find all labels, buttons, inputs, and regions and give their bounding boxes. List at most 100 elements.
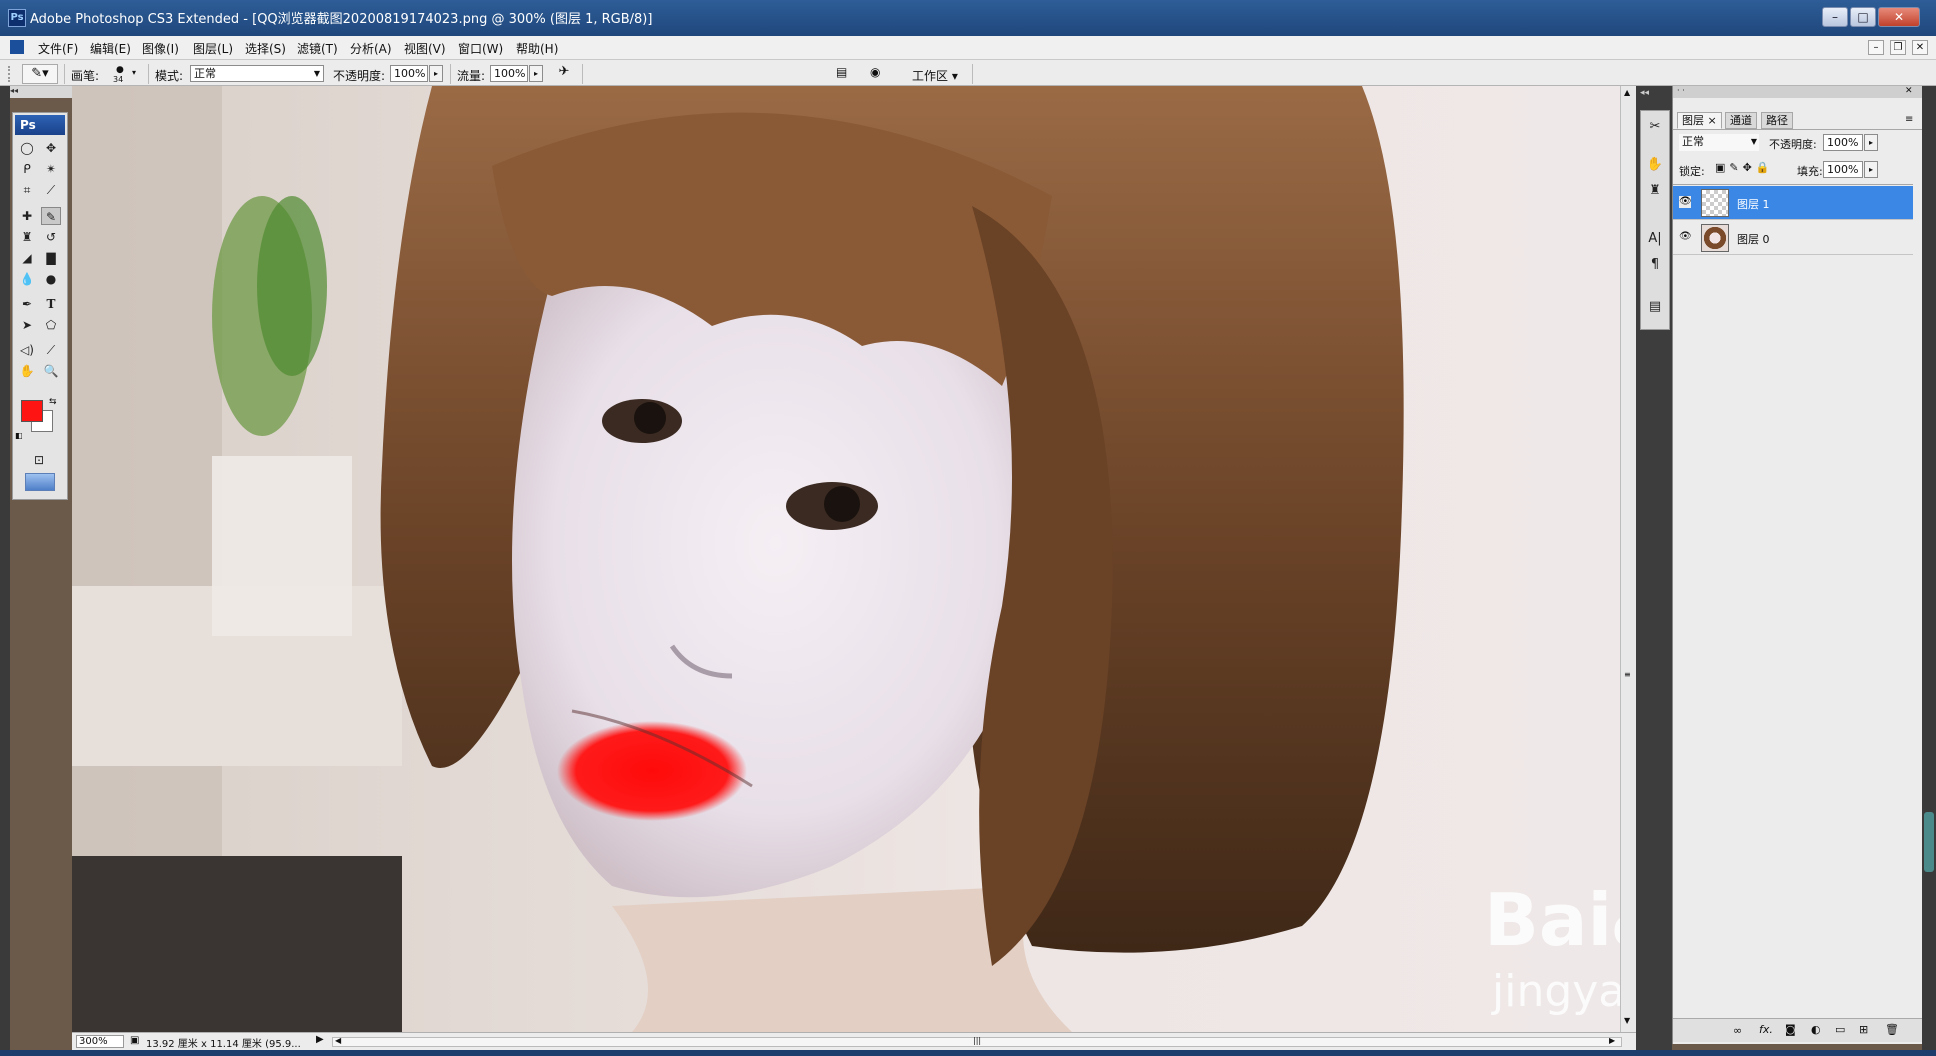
paragraph-panel-icon[interactable]: ¶ <box>1644 255 1666 275</box>
options-grip[interactable] <box>8 66 12 82</box>
toolbox-collapse[interactable]: ◂◂ <box>10 86 72 98</box>
healing-brush-icon[interactable]: ✚ <box>17 207 37 225</box>
trash-icon[interactable]: 🗑 <box>1885 1023 1899 1036</box>
zoom-field[interactable]: 300% <box>76 1035 124 1048</box>
lasso-tool-icon[interactable]: ᑭ <box>17 160 37 178</box>
scroll-down-icon[interactable]: ▼ <box>1624 1016 1630 1025</box>
menu-analysis[interactable]: 分析(A) <box>350 40 392 57</box>
brush-tool-preset-icon[interactable]: ✎▾ <box>22 64 58 84</box>
tools-preset-icon[interactable]: ✂ <box>1644 117 1666 137</box>
close-button[interactable]: ✕ <box>1878 7 1920 27</box>
opacity-input[interactable]: 100% <box>390 65 428 82</box>
clone-stamp-icon[interactable]: ♜ <box>17 228 37 246</box>
menu-edit[interactable]: 编辑(E) <box>90 40 131 57</box>
blend-mode-select[interactable]: 正常 ▼ <box>1679 134 1759 151</box>
eyedropper-icon[interactable]: ⟋ <box>41 341 61 359</box>
brush-tool-icon[interactable]: ✎ <box>41 207 61 225</box>
marquee-tool-icon[interactable]: ◯ <box>17 139 37 157</box>
info-panel-icon[interactable]: ▤ <box>1644 297 1666 317</box>
tab-channels[interactable]: 通道 <box>1725 112 1757 129</box>
doc-close-button[interactable]: ✕ <box>1912 40 1928 55</box>
panel-menu-icon[interactable]: ≡ <box>1905 114 1913 125</box>
airbrush-icon[interactable]: ✈ <box>553 64 575 82</box>
dock-collapse-icon[interactable]: ◂◂ <box>1640 88 1649 98</box>
scroll-right-icon[interactable]: ▶ <box>1609 1036 1615 1045</box>
brushes-panel-icon[interactable]: ✋ <box>1644 155 1666 175</box>
default-colors-icon[interactable]: ◧ <box>15 431 23 440</box>
zoom-tool-icon[interactable]: 🔍 <box>41 362 61 380</box>
group-icon[interactable]: ▭ <box>1835 1023 1845 1036</box>
fill-input[interactable]: 100% <box>1823 161 1863 178</box>
dodge-tool-icon[interactable]: ● <box>41 270 61 288</box>
flow-slider-button[interactable]: ▸ <box>529 65 543 82</box>
path-selection-icon[interactable]: ➤ <box>17 316 37 334</box>
eye-icon[interactable]: 👁 <box>1679 196 1692 208</box>
menu-view[interactable]: 视图(V) <box>404 40 446 57</box>
panel-grip[interactable]: · · <box>1673 86 1923 98</box>
menu-help[interactable]: 帮助(H) <box>516 40 558 57</box>
menu-layer[interactable]: 图层(L) <box>193 40 233 57</box>
eye-icon[interactable]: 👁 <box>1679 231 1692 243</box>
notes-tool-icon[interactable]: ◁) <box>17 341 37 359</box>
layer-opacity-input[interactable]: 100% <box>1823 134 1863 151</box>
doc-minimize-button[interactable]: – <box>1868 40 1884 55</box>
blur-tool-icon[interactable]: 💧 <box>17 270 37 288</box>
slice-tool-icon[interactable]: ⟋ <box>41 181 61 199</box>
hand-tool-icon[interactable]: ✋ <box>17 362 37 380</box>
quick-mask-icon[interactable]: ⊡ <box>29 451 49 469</box>
menu-file[interactable]: 文件(F) <box>38 40 78 57</box>
layer-opacity-slider[interactable]: ▸ <box>1864 134 1878 151</box>
lock-icons[interactable]: ▣✎✥🔒 <box>1715 161 1774 174</box>
screen-mode-icon[interactable] <box>25 473 55 491</box>
vertical-scrollbar[interactable]: ▲ ≡ ▼ <box>1620 86 1636 1032</box>
menu-window[interactable]: 窗口(W) <box>458 40 503 57</box>
link-icon[interactable]: ∞ <box>1733 1024 1742 1037</box>
document-canvas[interactable]: Baidu经验 jingyan.baidu.com <box>72 86 1620 1032</box>
brush-picker[interactable]: ● 34 ▾ <box>110 63 140 85</box>
fill-slider[interactable]: ▸ <box>1864 161 1878 178</box>
palette-well-icon[interactable]: ▤ <box>836 65 854 81</box>
mask-icon[interactable]: ◙ <box>1785 1023 1796 1036</box>
magic-wand-icon[interactable]: ✴ <box>41 160 61 178</box>
eraser-tool-icon[interactable]: ◢ <box>17 249 37 267</box>
horizontal-scrollbar[interactable]: ◀ ||| ▶ <box>332 1036 1622 1047</box>
menu-image[interactable]: 图像(I) <box>142 40 179 57</box>
h-scroll-grip[interactable]: ||| <box>973 1036 981 1045</box>
new-layer-icon[interactable]: ⊞ <box>1859 1023 1868 1036</box>
workspace-button[interactable]: 工作区 ▾ <box>912 67 958 84</box>
tab-layers[interactable]: 图层 × <box>1677 112 1722 129</box>
scroll-thumb-grip[interactable]: ≡ <box>1624 670 1631 679</box>
flow-input[interactable]: 100% <box>490 65 528 82</box>
gradient-tool-icon[interactable]: ▇ <box>41 249 61 267</box>
move-tool-icon[interactable]: ✥ <box>41 139 61 157</box>
maximize-button[interactable]: □ <box>1850 7 1876 27</box>
swap-colors-icon[interactable]: ⇆ <box>49 397 57 407</box>
type-tool-icon[interactable]: T <box>41 295 61 313</box>
history-brush-icon[interactable]: ↺ <box>41 228 61 246</box>
scroll-up-icon[interactable]: ▲ <box>1624 88 1630 97</box>
tab-close-icon[interactable]: × <box>1708 114 1717 127</box>
bridge-icon[interactable]: ◉ <box>870 65 892 81</box>
layer-row-1[interactable]: 👁 图层 1 <box>1673 186 1913 220</box>
shape-tool-icon[interactable]: ⬠ <box>41 316 61 334</box>
pen-tool-icon[interactable]: ✒ <box>17 295 37 313</box>
ps-menu-icon[interactable] <box>10 40 24 54</box>
layers-panel: · · ✕ 图层 × 通道 路径 ≡ 正常 ▼ 不透明度: 100% ▸ 锁定: … <box>1672 86 1923 1044</box>
adjustment-icon[interactable]: ◐ <box>1811 1023 1821 1036</box>
menu-select[interactable]: 选择(S) <box>245 40 286 57</box>
clone-source-icon[interactable]: ♜ <box>1644 181 1666 201</box>
character-panel-icon[interactable]: A| <box>1644 229 1666 249</box>
scroll-left-icon[interactable]: ◀ <box>335 1036 341 1045</box>
mode-select[interactable]: 正常 ▼ <box>190 65 324 82</box>
opacity-slider-button[interactable]: ▸ <box>429 65 443 82</box>
status-menu-arrow-icon[interactable]: ▶ <box>316 1034 324 1045</box>
workspace-label: 工作区 <box>912 69 949 83</box>
fx-icon[interactable]: fx. <box>1759 1023 1773 1036</box>
minimize-button[interactable]: – <box>1822 7 1848 27</box>
doc-restore-button[interactable]: ❐ <box>1890 40 1906 55</box>
menu-filter[interactable]: 滤镜(T) <box>297 40 338 57</box>
panel-close-icon[interactable]: ✕ <box>1905 86 1913 96</box>
layer-row-0[interactable]: 👁 图层 0 <box>1673 221 1913 255</box>
crop-tool-icon[interactable]: ⌗ <box>17 181 37 199</box>
tab-paths[interactable]: 路径 <box>1761 112 1793 129</box>
